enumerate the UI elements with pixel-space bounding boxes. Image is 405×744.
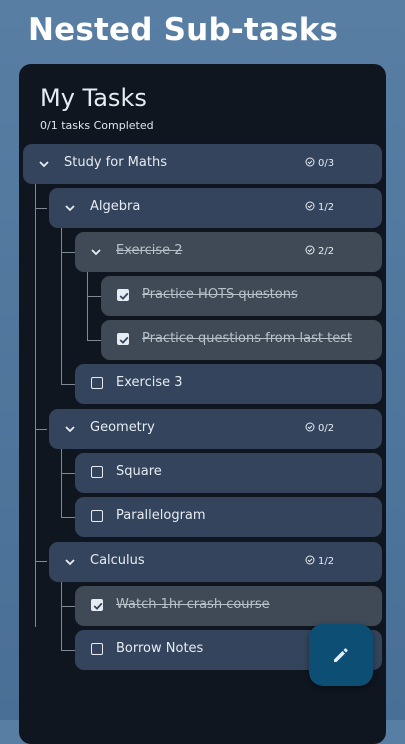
tree-line xyxy=(61,384,75,385)
task-label: Square xyxy=(116,464,162,479)
task-row-algebra[interactable]: Algebra 1/2 xyxy=(49,188,382,228)
chevron-down-icon[interactable] xyxy=(38,158,50,170)
tree-line xyxy=(35,208,47,209)
checkbox-checked[interactable] xyxy=(117,333,129,345)
tree-line xyxy=(61,252,75,253)
task-row-parallelogram[interactable]: Parallelogram xyxy=(75,497,382,537)
subtask-count: 0/2 xyxy=(305,422,334,434)
checkbox[interactable] xyxy=(91,377,103,389)
subtask-count: 1/2 xyxy=(305,201,334,213)
task-label: Parallelogram xyxy=(116,508,206,523)
task-row-exercise-2[interactable]: Exercise 2 2/2 xyxy=(75,232,382,272)
task-label: Borrow Notes xyxy=(116,641,204,656)
checkbox-checked[interactable] xyxy=(91,599,103,611)
checkbox[interactable] xyxy=(91,510,103,522)
tree-line xyxy=(35,561,47,562)
task-row-watch-crash-course[interactable]: Watch 1hr crash course xyxy=(75,586,382,626)
task-row-practice-last-test[interactable]: Practice questions from last test xyxy=(101,320,382,360)
check-icon xyxy=(93,602,103,610)
panel-title: My Tasks xyxy=(40,84,147,112)
chevron-down-icon[interactable] xyxy=(64,202,76,214)
tree-line xyxy=(87,296,101,297)
task-row-practice-hots[interactable]: Practice HOTS questons xyxy=(101,276,382,316)
task-label: Algebra xyxy=(90,199,141,214)
task-label: Study for Maths xyxy=(64,155,167,170)
check-icon xyxy=(119,292,129,300)
task-row-square[interactable]: Square xyxy=(75,453,382,493)
chevron-down-icon[interactable] xyxy=(90,246,102,258)
chevron-down-icon[interactable] xyxy=(64,423,76,435)
edit-fab-button[interactable] xyxy=(309,624,373,686)
task-label: Watch 1hr crash course xyxy=(116,597,270,612)
task-row-calculus[interactable]: Calculus 1/2 xyxy=(49,542,382,582)
task-label: Practice HOTS questons xyxy=(142,287,298,302)
check-circle-icon xyxy=(305,555,315,565)
tree-line xyxy=(61,581,62,651)
edit-pencil-icon xyxy=(334,648,348,662)
tree-line xyxy=(61,449,62,517)
task-label: Calculus xyxy=(90,553,145,568)
tree-line xyxy=(87,340,101,341)
checkbox[interactable] xyxy=(91,466,103,478)
task-row-geometry[interactable]: Geometry 0/2 xyxy=(49,409,382,449)
progress-text: 0/1 tasks Completed xyxy=(40,119,154,132)
check-circle-icon xyxy=(305,245,315,255)
check-circle-icon xyxy=(305,157,315,167)
tree-line xyxy=(35,429,47,430)
check-circle-icon xyxy=(305,201,315,211)
checkbox[interactable] xyxy=(91,643,103,655)
subtask-count: 0/3 xyxy=(305,157,334,169)
tree-line xyxy=(87,272,88,340)
task-label: Exercise 2 xyxy=(116,243,183,258)
subtask-count: 2/2 xyxy=(305,245,334,257)
chevron-down-icon[interactable] xyxy=(64,556,76,568)
checkbox-checked[interactable] xyxy=(117,289,129,301)
task-label: Practice questions from last test xyxy=(142,331,353,346)
task-row-exercise-3[interactable]: Exercise 3 xyxy=(75,364,382,404)
tree-line xyxy=(61,517,75,518)
tree-line xyxy=(61,473,75,474)
task-row-study-for-maths[interactable]: Study for Maths 0/3 xyxy=(23,144,382,184)
page-title: Nested Sub-tasks xyxy=(28,12,339,48)
tree-line xyxy=(61,650,75,651)
task-label: Exercise 3 xyxy=(116,375,183,390)
check-icon xyxy=(119,336,129,344)
check-circle-icon xyxy=(305,422,315,432)
tree-line xyxy=(61,606,75,607)
task-label: Geometry xyxy=(90,420,155,435)
subtask-count: 1/2 xyxy=(305,555,334,567)
